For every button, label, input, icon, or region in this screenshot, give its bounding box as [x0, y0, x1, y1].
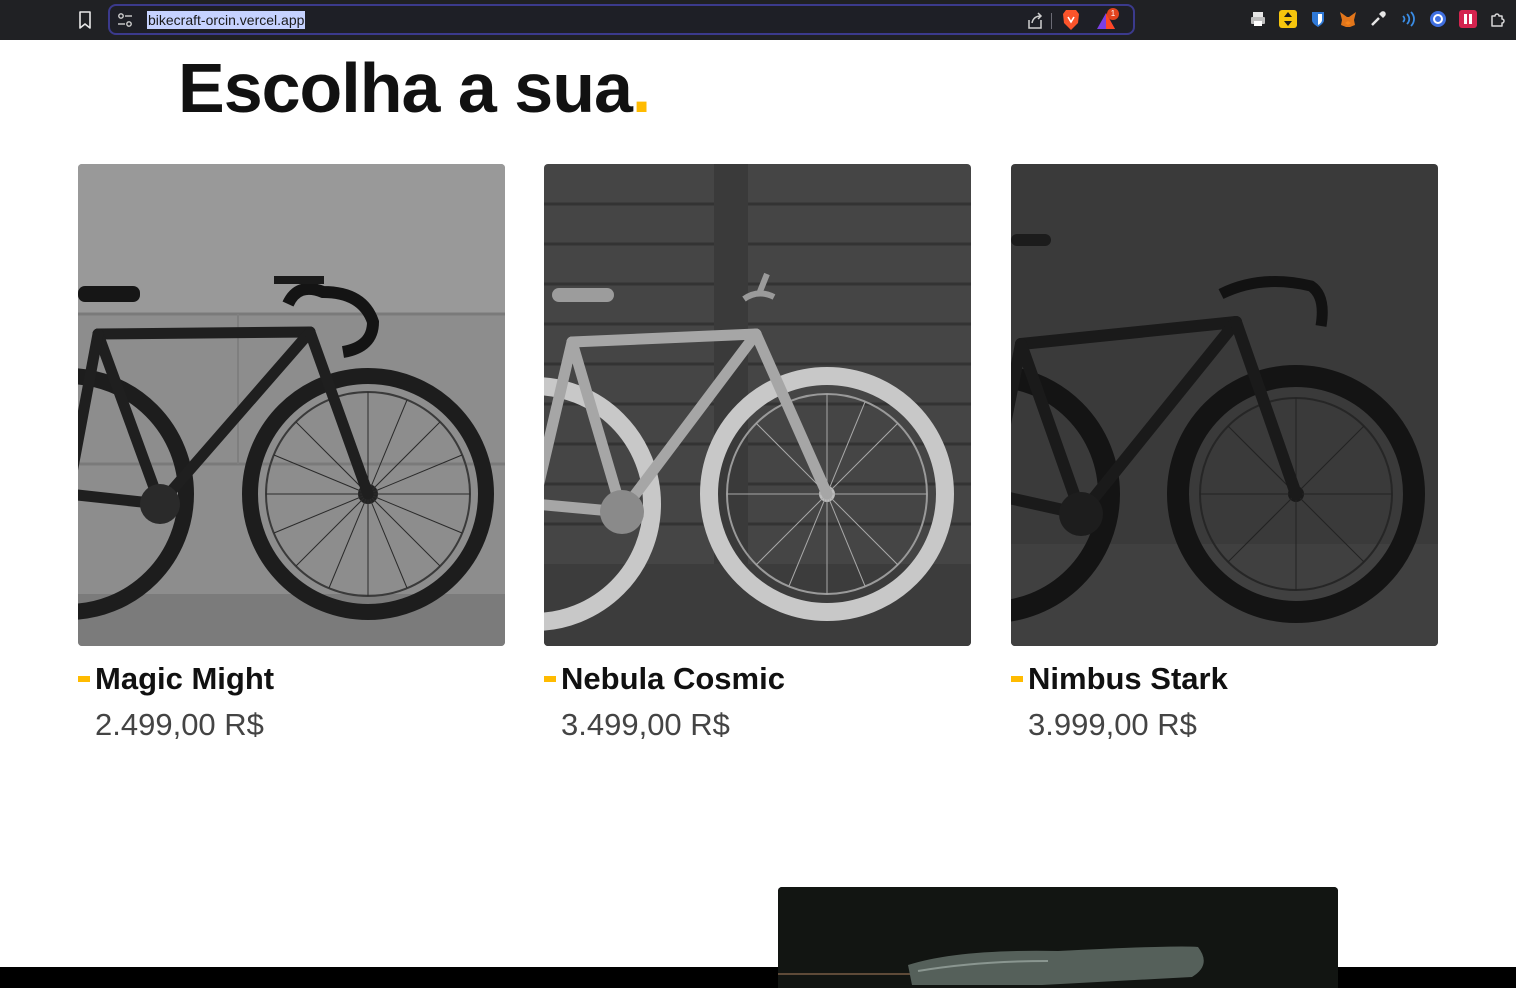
eyedropper-icon[interactable]: [1369, 10, 1387, 28]
share-icon[interactable]: [1026, 12, 1044, 30]
address-bar-divider: [1051, 13, 1052, 29]
browser-toolbar: bikecraft-orcin.vercel.app 1: [0, 0, 1516, 40]
puzzle-extensions-icon[interactable]: [1489, 10, 1507, 28]
product-marker: [78, 676, 90, 682]
bitwarden-icon[interactable]: [1309, 10, 1327, 28]
printer-icon[interactable]: [1249, 10, 1267, 28]
product-marker: [1011, 676, 1023, 682]
product-price: 3.999,00 R$: [1028, 707, 1197, 742]
site-settings-icon[interactable]: [117, 12, 133, 28]
address-bar[interactable]: bikecraft-orcin.vercel.app 1: [108, 4, 1135, 35]
page-title: Escolha a sua.: [178, 48, 651, 128]
metamask-fox-icon[interactable]: [1339, 10, 1357, 28]
product-card-magic-might[interactable]: Magic Might 2.499,00 R$: [78, 164, 505, 764]
product-card-nebula-cosmic[interactable]: Nebula Cosmic 3.499,00 R$: [544, 164, 971, 764]
product-photo-nimbus-stark[interactable]: [1011, 164, 1438, 646]
product-marker: [544, 676, 556, 682]
product-name[interactable]: Nebula Cosmic: [561, 659, 785, 699]
product-name[interactable]: Magic Might: [95, 659, 274, 699]
product-card-nimbus-stark[interactable]: Nimbus Stark 3.999,00 R$: [1011, 164, 1438, 764]
product-photo-magic-might[interactable]: [78, 164, 505, 646]
product-price: 3.499,00 R$: [561, 707, 730, 742]
product-name[interactable]: Nimbus Stark: [1028, 659, 1228, 699]
brave-shields-icon[interactable]: [1061, 9, 1081, 31]
red-extension-icon[interactable]: [1459, 10, 1477, 28]
url-text[interactable]: bikecraft-orcin.vercel.app: [147, 11, 306, 29]
blue-circle-extension-icon[interactable]: [1429, 10, 1447, 28]
product-photo-nebula-cosmic[interactable]: [544, 164, 971, 646]
bookmark-icon[interactable]: [76, 10, 94, 30]
product-price: 2.499,00 R$: [95, 707, 264, 742]
rewards-count-badge: 1: [1107, 8, 1119, 20]
next-section-photo: [778, 887, 1338, 988]
arrows-extension-icon[interactable]: [1279, 10, 1297, 28]
wireless-extension-icon[interactable]: [1399, 10, 1417, 28]
page-title-dot: .: [631, 49, 651, 127]
page-title-text: Escolha a sua: [178, 49, 633, 127]
